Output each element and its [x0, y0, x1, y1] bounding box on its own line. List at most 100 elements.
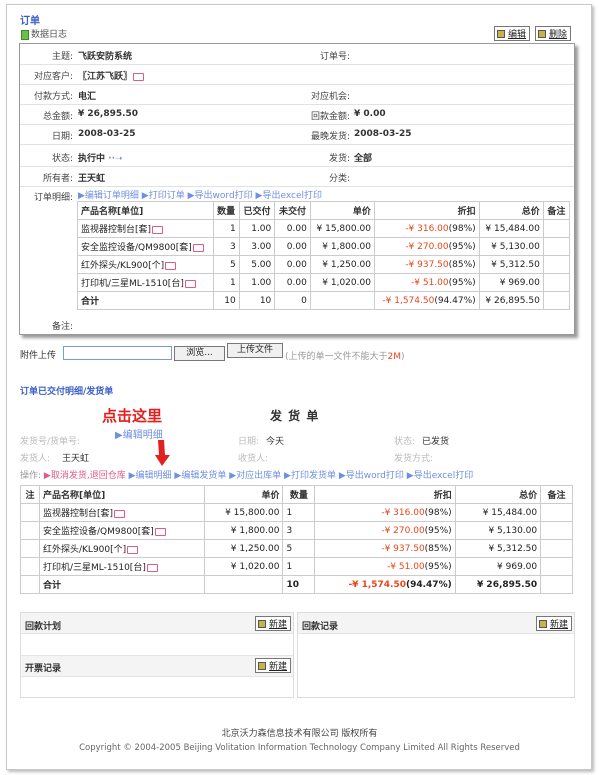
cell-remark [542, 237, 571, 256]
outbound-link[interactable]: 对应出库单 [236, 471, 281, 481]
panel-header [298, 613, 574, 634]
upload-button[interactable]: 上传文件 [227, 343, 283, 358]
latest-ship-value: 2008-03-25 [354, 129, 412, 139]
edit-shipping-link[interactable]: 编辑发货单 [181, 471, 226, 481]
sum-undelivered: 0 [274, 291, 311, 310]
edit-detail-link[interactable]: 编辑订单明细 [85, 191, 139, 201]
cell-total: ¥ 15,484.00 [454, 503, 542, 522]
payment-plan-title: 回款计划 [25, 622, 62, 632]
cell-qty: 1 [212, 273, 240, 292]
sum-label: 合计 [38, 575, 206, 594]
cell-total: ¥ 5,312.50 [478, 255, 544, 274]
new-icon [258, 619, 266, 628]
edit-button[interactable]: 编辑 [494, 26, 531, 41]
product-link[interactable]: 红外探头/KL900[个] [81, 261, 164, 271]
cell-price: ¥ 15,800.00 [204, 503, 284, 522]
cancel-shipping-link[interactable]: 取消发货,退回仓库 [51, 471, 126, 481]
arrow-right-icon[interactable]: ··➝ [108, 154, 122, 164]
owner-label: 所有者: [42, 174, 73, 184]
product-link[interactable]: 安全监控设备/QM9800[套] [43, 527, 154, 537]
sum-price [204, 575, 284, 594]
product-link[interactable]: 监视器控制台[套] [81, 225, 151, 235]
received-value: ¥ 0.00 [354, 109, 386, 119]
export-excel-link[interactable]: 导出excel打印 [414, 471, 474, 481]
customer-label: 对应客户: [33, 72, 73, 82]
print-shipping-link[interactable]: 打印发货单 [291, 471, 336, 481]
cell-note [20, 557, 40, 576]
cell-discount: -¥ 316.00(98%) [373, 219, 480, 238]
product-link[interactable]: 安全监控设备/QM9800[套] [81, 243, 192, 253]
footer-copyright: Copyright © 2004-2005 Beijing Volitation… [79, 743, 520, 753]
new-icon [539, 619, 547, 628]
sum-label: 合计 [77, 291, 214, 310]
export-word-link[interactable]: 导出word打印 [346, 471, 404, 481]
payment-record-panel: 回款记录 新建 [297, 612, 575, 698]
export-word-link[interactable]: 导出word打印 [195, 191, 253, 201]
ship-method-label: 发货方式: [394, 454, 434, 464]
col-undelivered: 未交付 [274, 201, 311, 220]
ship-date-label: 日期: [238, 437, 260, 447]
data-log-link[interactable]: 数据日志 [21, 27, 67, 40]
delete-button[interactable]: 删除 [535, 26, 572, 41]
date-label: 日期: [51, 132, 73, 142]
footer-company: 北京沃力森信息技术有限公司 版权所有 [221, 729, 378, 739]
payment-plan-new-button[interactable]: 新建 [255, 616, 292, 631]
print-order-link[interactable]: 打印订单 [149, 191, 185, 201]
table-row: 红外探头/KL900[个] 5 5.00 0.00 ¥ 1,250.00 -¥ … [77, 255, 571, 274]
product-link[interactable]: 监视器控制台[套] [43, 509, 113, 519]
new-icon [258, 661, 266, 670]
order-detail-table: 产品名称[单位] 数量 已交付 未交付 单价 折扣 总价 备注 监视器控制台[套… [77, 201, 571, 310]
customer-link[interactable]: 〖江苏飞跃〗 [78, 69, 145, 82]
cell-remark [542, 273, 571, 292]
file-path-input[interactable] [63, 346, 172, 360]
detail-label: 订单明细: [33, 193, 73, 203]
edit-detail-link[interactable]: 编辑明细 [136, 471, 172, 481]
ship-status-value: 已发货 [422, 437, 450, 447]
product-link[interactable]: 打印机/三星ML-1510[台] [81, 279, 184, 289]
shipping-doc-title: 发 货 单 [270, 409, 320, 423]
invoice-new-button[interactable]: 新建 [255, 658, 292, 673]
callout-edit-detail-link[interactable]: ▶编辑明细 [115, 426, 163, 441]
cell-remark [540, 557, 573, 576]
table-row: 打印机/三星ML-1510[台] 1 1.00 0.00 ¥ 1,020.00 … [77, 273, 571, 292]
sum-note [20, 575, 40, 594]
browse-button[interactable]: 浏览... [174, 346, 225, 361]
upload-hint: (上传的单一文件不能大于2M) [285, 352, 405, 362]
payment-record-new-button[interactable]: 新建 [536, 616, 573, 631]
order-no-label: 订单号: [319, 52, 350, 62]
sum-remark [542, 291, 571, 310]
folder-icon [114, 509, 126, 518]
product-link[interactable]: 红外探头/KL900[个] [43, 545, 126, 555]
status-value: 执行中 ··➝ [78, 154, 123, 164]
category-label: 分类: [328, 174, 350, 184]
date-value: 2008-03-25 [78, 129, 136, 139]
remark-label: 备注: [51, 322, 73, 332]
cell-delivered: 3.00 [238, 237, 276, 256]
callout-arrow-icon [155, 440, 170, 466]
edit-icon [497, 29, 505, 38]
cell-remark [540, 521, 573, 540]
cell-price: ¥ 1,250.00 [204, 539, 284, 558]
table-row: 安全监控设备/QM9800[套] ¥ 1,800.00 3 -¥ 270.00(… [20, 521, 573, 540]
attachment-label: 附件上传 [20, 351, 57, 361]
product-link[interactable]: 打印机/三星ML-1510[台] [43, 563, 146, 573]
cell-qty: 1 [212, 219, 240, 238]
cell-remark [542, 255, 571, 274]
cell-qty: 5 [282, 539, 316, 558]
col-total: 总价 [454, 485, 542, 504]
cell-discount: -¥ 51.00(95%) [314, 557, 456, 576]
cell-discount: -¥ 270.00(95%) [314, 521, 456, 540]
cell-price: ¥ 1,800.00 [204, 521, 284, 540]
subject-value: 飞跃安防系统 [78, 52, 133, 62]
cell-qty: 3 [282, 521, 316, 540]
folder-icon [165, 261, 177, 270]
col-name: 产品名称[单位] [38, 485, 206, 504]
invoice-record-title: 开票记录 [25, 664, 62, 674]
ship-no-label: 发货号/货单号: [20, 437, 81, 447]
opportunity-label: 对应机会: [310, 92, 350, 102]
cell-price: ¥ 1,250.00 [309, 255, 375, 274]
total-label: 总金额: [42, 112, 73, 122]
export-excel-link[interactable]: 导出excel打印 [262, 191, 322, 201]
cell-price: ¥ 1,020.00 [204, 557, 284, 576]
cell-total: ¥ 5,312.50 [454, 539, 542, 558]
